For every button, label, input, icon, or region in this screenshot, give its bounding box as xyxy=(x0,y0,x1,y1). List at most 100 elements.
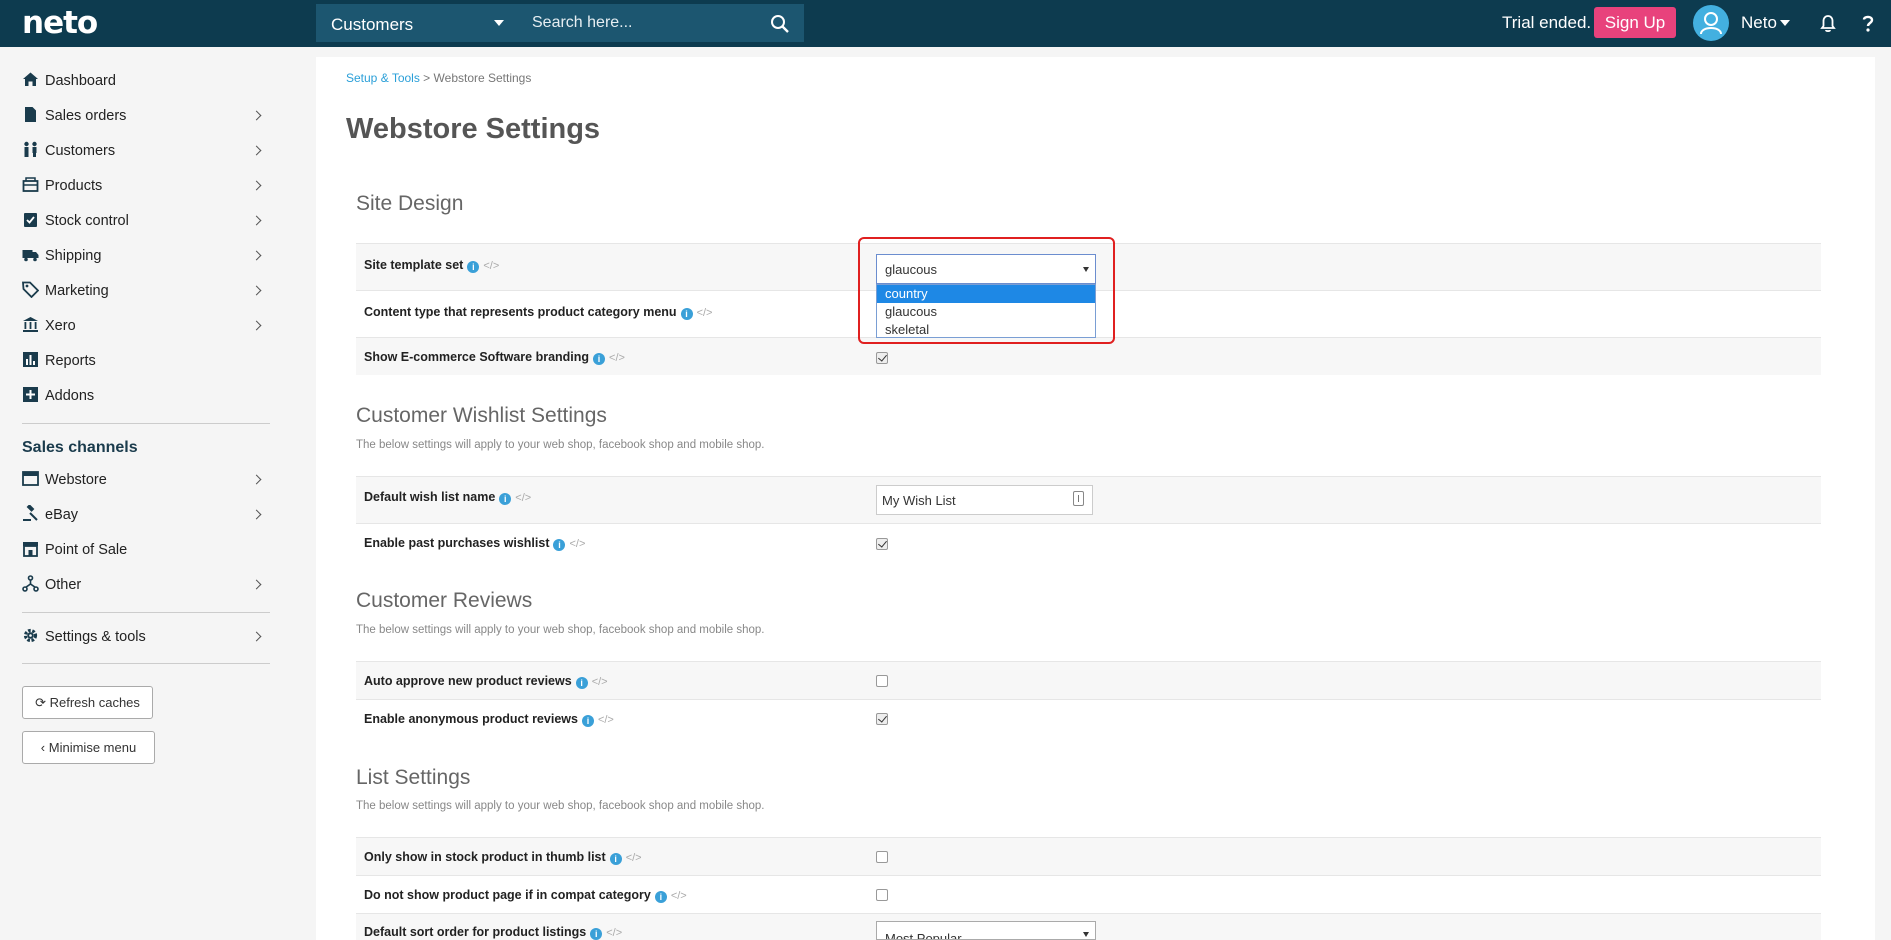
code-icon[interactable]: </> xyxy=(592,676,608,688)
clipboard-check-icon xyxy=(24,213,37,227)
in-stock-only-checkbox[interactable] xyxy=(876,851,888,863)
code-icon[interactable]: </> xyxy=(515,492,531,504)
setting-row-past-purchases: Enable past purchases wishlist i </> xyxy=(356,523,1821,563)
sidebar-item-label: Customers xyxy=(45,143,116,159)
minimise-menu-button[interactable]: ‹ Minimise menu xyxy=(22,731,155,764)
plus-square-icon xyxy=(23,387,38,402)
sidebar-item-dashboard[interactable]: Dashboard xyxy=(22,67,270,97)
info-icon[interactable]: i xyxy=(593,353,606,365)
chevron-right-icon xyxy=(251,215,262,226)
neto-logo[interactable]: neto xyxy=(22,5,98,41)
wishlist-name-input[interactable] xyxy=(876,485,1093,515)
setting-label: Default sort order for product listings i… xyxy=(364,925,622,940)
sidebar-item-label: Other xyxy=(45,577,82,593)
sidebar-item-label: Shipping xyxy=(45,248,102,264)
box-icon xyxy=(22,177,39,192)
code-icon[interactable]: </> xyxy=(609,352,625,364)
sidebar-item-webstore[interactable]: Webstore xyxy=(22,466,270,496)
code-icon[interactable]: </> xyxy=(606,927,622,939)
auto-approve-checkbox[interactable] xyxy=(876,675,888,687)
setting-label-text: Only show in stock product in thumb list xyxy=(364,850,606,864)
sidebar-item-label: Settings & tools xyxy=(45,629,146,645)
setting-label: Content type that represents product cat… xyxy=(364,305,712,320)
chevron-down-icon xyxy=(1083,932,1089,937)
section-title-wishlist: Customer Wishlist Settings xyxy=(356,404,607,427)
search-scope-label: Customers xyxy=(331,15,414,34)
sidebar-item-xero[interactable]: Xero xyxy=(22,312,270,342)
tag-icon xyxy=(22,281,39,298)
sidebar-item-ebay[interactable]: eBay xyxy=(22,501,270,531)
info-icon[interactable]: i xyxy=(581,715,594,727)
code-icon[interactable]: </> xyxy=(697,307,713,319)
info-icon[interactable]: i xyxy=(553,539,566,551)
section-description: The below settings will apply to your we… xyxy=(356,800,765,812)
sidebar-item-shipping[interactable]: Shipping xyxy=(22,242,270,272)
setting-label: Auto approve new product reviews i </> xyxy=(364,674,608,689)
branding-checkbox[interactable] xyxy=(876,352,888,364)
info-icon[interactable]: i xyxy=(654,891,667,903)
sidebar-item-marketing[interactable]: Marketing xyxy=(22,277,270,307)
sidebar-item-label: Reports xyxy=(45,353,96,369)
sidebar-item-addons[interactable]: Addons xyxy=(22,382,270,412)
sidebar-item-label: eBay xyxy=(45,507,79,523)
sidebar-item-label: Products xyxy=(45,178,103,194)
sidebar-item-sales-orders[interactable]: Sales orders xyxy=(22,102,270,132)
password-manager-icon[interactable] xyxy=(1073,491,1084,506)
code-icon[interactable]: </> xyxy=(598,714,614,726)
sidebar-item-products[interactable]: Products xyxy=(22,172,270,202)
setting-label: Do not show product page if in compat ca… xyxy=(364,888,687,903)
chevron-down-icon[interactable] xyxy=(1780,20,1790,26)
section-title-list-settings: List Settings xyxy=(356,766,471,789)
default-sort-select[interactable]: Most Popular xyxy=(876,921,1096,940)
refresh-caches-button[interactable]: ⟳ Refresh caches xyxy=(22,686,153,719)
breadcrumb-setup-tools-link[interactable]: Setup & Tools xyxy=(346,71,420,85)
past-purchases-checkbox[interactable] xyxy=(876,538,888,550)
sidebar-item-other[interactable]: Other xyxy=(22,571,270,601)
info-icon[interactable]: i xyxy=(467,261,480,273)
info-icon[interactable]: i xyxy=(499,493,512,505)
search-input[interactable] xyxy=(518,4,768,42)
breadcrumb-current: Webstore Settings xyxy=(433,71,532,85)
chevron-right-icon xyxy=(251,145,262,156)
sidebar-item-settings-tools[interactable]: Settings & tools xyxy=(22,623,270,653)
sidebar-item-customers[interactable]: Customers xyxy=(22,137,270,167)
sidebar-item-label: Webstore xyxy=(45,472,107,488)
chevron-right-icon xyxy=(251,509,262,520)
highlight-annotation xyxy=(858,237,1115,344)
chevron-right-icon xyxy=(251,320,262,331)
code-icon[interactable]: </> xyxy=(671,890,687,902)
search-scope-select[interactable]: Customers xyxy=(316,4,516,42)
code-icon[interactable]: </> xyxy=(483,260,499,272)
sidebar-item-label: Sales orders xyxy=(45,108,127,124)
refresh-icon: ⟳ xyxy=(35,694,46,710)
chevron-right-icon xyxy=(251,180,262,191)
bar-chart-icon xyxy=(23,352,38,367)
truck-icon xyxy=(22,250,39,262)
sidebar-item-reports[interactable]: Reports xyxy=(22,347,270,377)
bell-icon[interactable] xyxy=(1818,13,1838,33)
breadcrumb: Setup & Tools > Webstore Settings xyxy=(346,71,531,85)
sidebar-divider xyxy=(22,663,270,664)
sign-up-button[interactable]: Sign Up xyxy=(1594,7,1676,38)
anonymous-reviews-checkbox[interactable] xyxy=(876,713,888,725)
user-icon[interactable] xyxy=(1693,5,1729,41)
code-icon[interactable]: </> xyxy=(569,538,585,550)
sidebar-item-stock-control[interactable]: Stock control xyxy=(22,207,270,237)
setting-label: Site template set i </> xyxy=(364,258,499,273)
sidebar-item-label: Stock control xyxy=(45,213,129,229)
info-icon[interactable]: i xyxy=(590,928,603,940)
code-icon[interactable]: </> xyxy=(626,852,642,864)
setting-label: Only show in stock product in thumb list… xyxy=(364,850,642,865)
sidebar: Dashboard Sales orders Customers Product… xyxy=(0,47,290,940)
user-menu-name[interactable]: Neto xyxy=(1741,13,1777,33)
info-icon[interactable]: i xyxy=(680,308,693,320)
info-icon[interactable]: i xyxy=(609,853,622,865)
compat-category-checkbox[interactable] xyxy=(876,889,888,901)
sidebar-item-point-of-sale[interactable]: Point of Sale xyxy=(22,536,270,566)
gear-icon xyxy=(23,628,38,643)
chevron-right-icon xyxy=(251,250,262,261)
help-icon[interactable] xyxy=(1858,13,1878,33)
search-icon[interactable] xyxy=(770,14,790,34)
info-icon[interactable]: i xyxy=(575,677,588,689)
sidebar-item-label: Marketing xyxy=(45,283,109,299)
